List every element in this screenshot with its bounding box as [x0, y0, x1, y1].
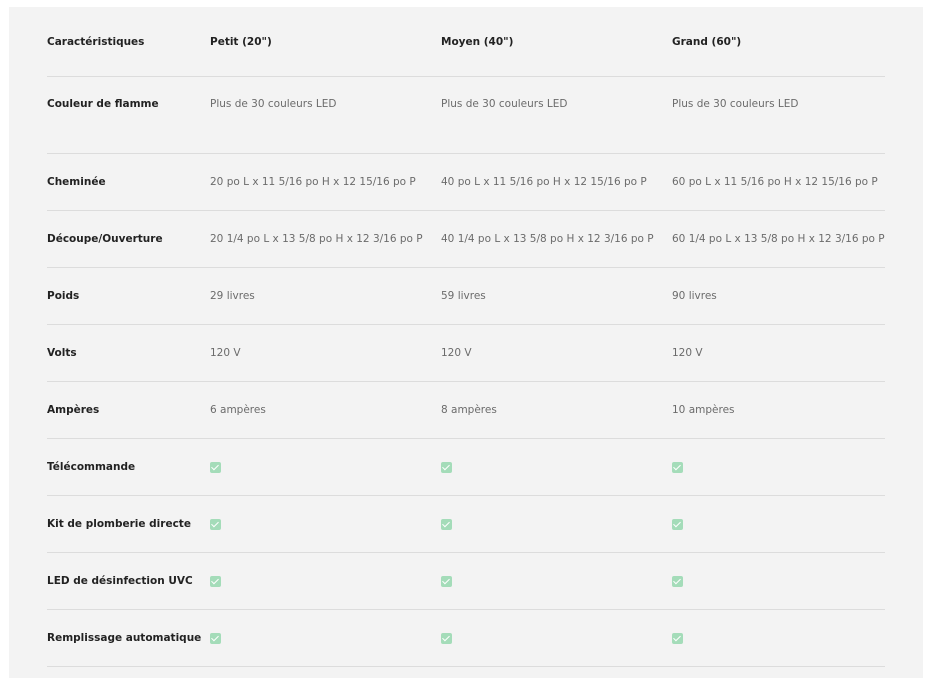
- cell-large: 60 1/4 po L x 13 5/8 po H x 12 3/16 po P: [672, 210, 885, 268]
- cell-small: [210, 552, 441, 610]
- row-label: Poids: [47, 267, 210, 325]
- cell-medium: 40 1/4 po L x 13 5/8 po H x 12 3/16 po P: [441, 210, 672, 268]
- row-label: Couleur de flamme: [47, 76, 210, 154]
- cell-small: 20 1/4 po L x 13 5/8 po H x 12 3/16 po P: [210, 210, 441, 268]
- checkbox-checked-icon: [210, 461, 221, 473]
- cell-large: Plus de 30 couleurs LED: [672, 76, 885, 154]
- checkbox-checked-icon: [672, 632, 683, 644]
- table-row-fireplace: Cheminée 20 po L x 11 5/16 po H x 12 15/…: [47, 153, 885, 211]
- cell-medium: 40 po L x 11 5/16 po H x 12 15/16 po P: [441, 153, 672, 211]
- cell-small: [210, 438, 441, 496]
- row-label: Cheminée: [47, 153, 210, 211]
- row-label: Kit de plomberie directe: [47, 495, 210, 553]
- cell-medium: 120 V: [441, 324, 672, 382]
- checkbox-checked-icon: [672, 461, 683, 473]
- cell-large: [672, 552, 885, 610]
- cell-small: Plus de 30 couleurs LED: [210, 76, 441, 154]
- header-characteristics: Caractéristiques: [47, 7, 210, 77]
- checkbox-checked-icon: [210, 518, 221, 530]
- specs-panel: Caractéristiques Petit (20") Moyen (40")…: [9, 7, 923, 678]
- table-row-uvc-led: LED de désinfection UVC: [47, 552, 885, 610]
- header-large: Grand (60"): [672, 7, 885, 77]
- checkbox-checked-icon: [210, 575, 221, 587]
- cell-medium: 59 livres: [441, 267, 672, 325]
- checkbox-checked-icon: [672, 518, 683, 530]
- checkbox-checked-icon: [672, 575, 683, 587]
- cell-small: [210, 495, 441, 553]
- table-row-cutout: Découpe/Ouverture 20 1/4 po L x 13 5/8 p…: [47, 210, 885, 268]
- cell-large: 120 V: [672, 324, 885, 382]
- table-header-row: Caractéristiques Petit (20") Moyen (40")…: [47, 7, 885, 77]
- table-row-remote: Télécommande: [47, 438, 885, 496]
- table-row-volts: Volts 120 V 120 V 120 V: [47, 324, 885, 382]
- cell-small: 6 ampères: [210, 381, 441, 439]
- cell-small: 29 livres: [210, 267, 441, 325]
- cell-medium: Plus de 30 couleurs LED: [441, 76, 672, 154]
- cell-medium: [441, 495, 672, 553]
- row-label: Remplissage automatique: [47, 609, 210, 667]
- row-label: LED de désinfection UVC: [47, 552, 210, 610]
- cell-large: 10 ampères: [672, 381, 885, 439]
- table-row-plumbing-kit: Kit de plomberie directe: [47, 495, 885, 553]
- specs-comparison-table: Caractéristiques Petit (20") Moyen (40")…: [47, 7, 885, 667]
- checkbox-checked-icon: [441, 461, 452, 473]
- cell-medium: [441, 609, 672, 667]
- cell-small: 120 V: [210, 324, 441, 382]
- checkbox-checked-icon: [441, 518, 452, 530]
- checkbox-checked-icon: [210, 632, 221, 644]
- table-row-amperes: Ampères 6 ampères 8 ampères 10 ampères: [47, 381, 885, 439]
- cell-large: [672, 609, 885, 667]
- header-small: Petit (20"): [210, 7, 441, 77]
- row-label: Découpe/Ouverture: [47, 210, 210, 268]
- cell-small: [210, 609, 441, 667]
- cell-small: 20 po L x 11 5/16 po H x 12 15/16 po P: [210, 153, 441, 211]
- table-row-flame-color: Couleur de flamme Plus de 30 couleurs LE…: [47, 76, 885, 154]
- checkbox-checked-icon: [441, 575, 452, 587]
- table-row-weight: Poids 29 livres 59 livres 90 livres: [47, 267, 885, 325]
- row-label: Volts: [47, 324, 210, 382]
- cell-medium: 8 ampères: [441, 381, 672, 439]
- cell-large: [672, 495, 885, 553]
- row-label: Ampères: [47, 381, 210, 439]
- cell-medium: [441, 552, 672, 610]
- checkbox-checked-icon: [441, 632, 452, 644]
- cell-large: 90 livres: [672, 267, 885, 325]
- cell-large: 60 po L x 11 5/16 po H x 12 15/16 po P: [672, 153, 885, 211]
- table-row-auto-fill: Remplissage automatique: [47, 609, 885, 667]
- cell-medium: [441, 438, 672, 496]
- cell-large: [672, 438, 885, 496]
- header-medium: Moyen (40"): [441, 7, 672, 77]
- row-label: Télécommande: [47, 438, 210, 496]
